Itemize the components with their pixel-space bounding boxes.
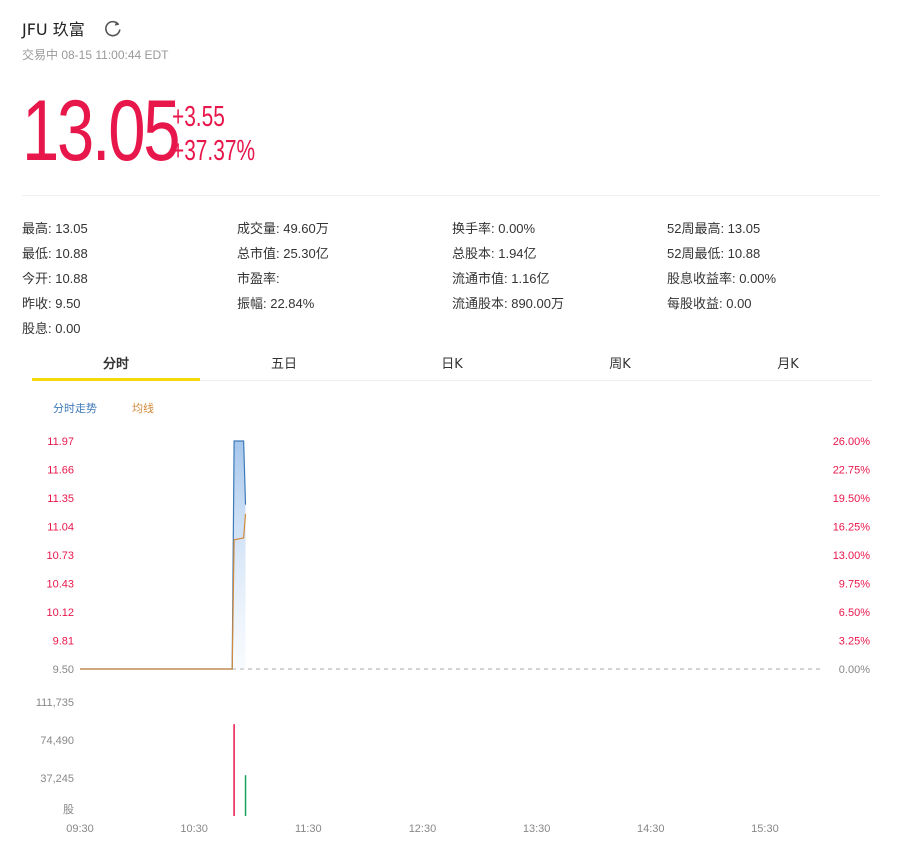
percent-tick-label: 26.00% (833, 436, 871, 448)
percent-tick-label: 16.25% (833, 522, 871, 534)
price-tick-label: 10.73 (46, 550, 74, 562)
price-tick-label: 10.12 (46, 607, 74, 619)
percent-tick-label: 0.00% (839, 664, 870, 676)
percent-tick-label: 6.50% (839, 607, 870, 619)
price-tick-label: 11.66 (47, 465, 74, 477)
average-line (80, 513, 247, 670)
volume-tick-label: 37,245 (40, 773, 74, 785)
price-tick-label: 11.04 (47, 522, 74, 534)
time-tick-label: 10:30 (180, 823, 208, 835)
price-tick-label: 9.81 (53, 636, 74, 648)
volume-tick-label: 111,735 (36, 697, 74, 709)
volume-tick-label: 74,490 (40, 735, 74, 747)
percent-tick-label: 13.00% (833, 550, 871, 562)
percent-tick-label: 19.50% (833, 493, 871, 505)
price-tick-label: 10.43 (46, 579, 74, 591)
intraday-chart: 11.97 11.66 11.35 11.04 10.73 10.43 10.12 9.81 9… (36, 436, 871, 835)
price-tick-label: 9.50 (53, 664, 74, 676)
volume-unit-label: 股 (63, 803, 74, 816)
time-tick-label: 14:30 (637, 823, 665, 835)
percent-tick-label: 9.75% (839, 579, 870, 591)
percent-tick-label: 22.75% (833, 465, 871, 477)
price-tick-label: 11.97 (47, 436, 74, 448)
price-tick-label: 11.35 (47, 493, 74, 505)
time-tick-label: 15:30 (751, 823, 779, 835)
time-tick-label: 12:30 (409, 823, 437, 835)
percent-tick-label: 3.25% (839, 636, 870, 648)
time-tick-label: 13:30 (523, 823, 551, 835)
time-tick-label: 09:30 (66, 823, 94, 835)
price-line (80, 440, 247, 670)
time-tick-label: 11:30 (295, 823, 322, 835)
price-area (80, 441, 246, 669)
